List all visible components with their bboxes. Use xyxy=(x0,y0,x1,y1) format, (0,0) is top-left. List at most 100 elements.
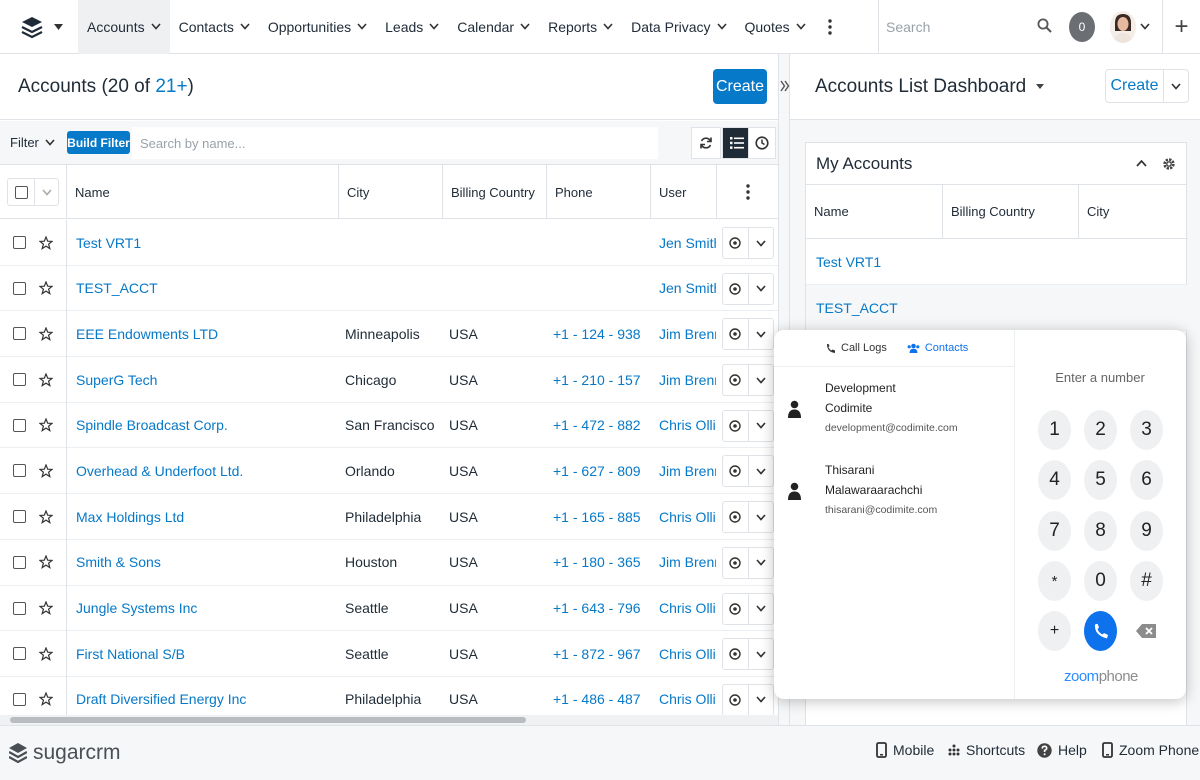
dial-key-star[interactable]: * xyxy=(1038,561,1071,601)
account-name-link[interactable]: Test VRT1 xyxy=(76,220,331,265)
backspace-button[interactable] xyxy=(1136,624,1156,638)
quick-create-button[interactable]: + xyxy=(1162,0,1200,54)
row-actions-dropdown[interactable] xyxy=(747,410,774,441)
row-checkbox[interactable] xyxy=(13,403,26,448)
dial-key-3[interactable]: 3 xyxy=(1130,410,1163,450)
tab-leads[interactable]: Leads xyxy=(376,0,448,54)
account-name-link[interactable]: Max Holdings Ltd xyxy=(76,494,331,539)
gear-icon[interactable] xyxy=(1162,157,1176,171)
preview-button[interactable] xyxy=(723,274,748,304)
assigned-user-link[interactable]: Jen Smith xyxy=(659,266,716,311)
contact-item[interactable]: Development Codimite development@codimit… xyxy=(774,378,1014,434)
row-checkbox[interactable] xyxy=(13,540,26,585)
assigned-user-link[interactable]: Jim Brennan xyxy=(659,540,716,585)
account-name-link[interactable]: TEST_ACCT xyxy=(76,266,331,311)
dashlet-column-name[interactable]: Name xyxy=(806,185,942,238)
column-header-billing-country[interactable]: Billing Country xyxy=(442,165,546,219)
assigned-user-link[interactable]: Chris Olliver xyxy=(659,631,716,676)
call-button[interactable] xyxy=(1084,611,1117,651)
dial-key-2[interactable]: 2 xyxy=(1084,410,1117,450)
global-search-input[interactable]: Search xyxy=(878,0,1060,54)
phone-link[interactable]: +1 - 124 - 938 - ... xyxy=(553,311,645,356)
favorite-toggle[interactable] xyxy=(39,357,53,402)
sugarcrm-logo[interactable]: sugarcrm xyxy=(9,741,121,765)
preview-button[interactable] xyxy=(723,639,748,669)
phone-link[interactable]: +1 - 643 - 796 - ... xyxy=(553,586,645,631)
tab-calendar[interactable]: Calendar xyxy=(448,0,539,54)
double-chevron-right-icon[interactable] xyxy=(780,80,790,92)
row-actions-dropdown[interactable] xyxy=(747,319,774,350)
preview-button[interactable] xyxy=(723,365,748,395)
dial-key-7[interactable]: 7 xyxy=(1038,511,1071,551)
dial-key-9[interactable]: 9 xyxy=(1130,511,1163,551)
row-actions-dropdown[interactable] xyxy=(747,273,774,304)
mass-select-control[interactable] xyxy=(7,178,59,206)
preview-button[interactable] xyxy=(723,319,748,349)
preview-button[interactable] xyxy=(723,228,748,258)
tab-data-privacy[interactable]: Data Privacy xyxy=(622,0,735,54)
chevron-down-icon[interactable] xyxy=(1140,23,1150,30)
refresh-button[interactable] xyxy=(691,127,721,159)
list-search-input[interactable]: Search by name... xyxy=(132,127,658,159)
account-name-link[interactable]: First National S/B xyxy=(76,631,331,676)
row-actions-dropdown[interactable] xyxy=(747,456,774,487)
row-checkbox[interactable] xyxy=(13,220,26,265)
dial-key-0[interactable]: 0 xyxy=(1084,561,1117,601)
dial-key-hash[interactable]: # xyxy=(1130,561,1163,601)
assigned-user-link[interactable]: Jim Brennan xyxy=(659,311,716,356)
row-actions-dropdown[interactable] xyxy=(747,684,774,715)
assigned-user-link[interactable]: Jim Brennan xyxy=(659,357,716,402)
account-name-link[interactable]: Jungle Systems Inc xyxy=(76,586,331,631)
footer-mobile-button[interactable]: Mobile xyxy=(876,742,934,758)
favorite-toggle[interactable] xyxy=(39,494,53,539)
phone-link[interactable]: +1 - 210 - 157 - ... xyxy=(553,357,645,402)
mass-actions-dropdown[interactable] xyxy=(34,179,58,205)
tab-contacts[interactable]: Contacts xyxy=(907,342,968,354)
dashlet-column-city[interactable]: City xyxy=(1078,185,1188,238)
activity-view-button[interactable] xyxy=(748,127,776,159)
favorite-toggle[interactable] xyxy=(39,448,53,493)
tab-reports[interactable]: Reports xyxy=(539,0,622,54)
favorite-toggle[interactable] xyxy=(39,266,53,311)
dial-key-5[interactable]: 5 xyxy=(1084,460,1117,500)
footer-zoom-phone-button[interactable]: Zoom Phone xyxy=(1102,742,1199,758)
record-count-link[interactable]: 21+ xyxy=(155,76,187,97)
preview-button[interactable] xyxy=(723,594,748,624)
notifications-badge[interactable]: 0 xyxy=(1069,12,1095,42)
favorite-toggle[interactable] xyxy=(39,311,53,356)
row-actions-dropdown[interactable] xyxy=(747,365,774,396)
row-checkbox[interactable] xyxy=(13,631,26,676)
account-name-link[interactable]: Overhead & Underfoot Ltd. xyxy=(76,448,331,493)
dial-key-4[interactable]: 4 xyxy=(1038,460,1071,500)
dashboard-title[interactable]: Accounts List Dashboard xyxy=(815,76,1026,98)
phone-link[interactable]: +1 - 472 - 882 - ... xyxy=(553,403,645,448)
phone-link[interactable] xyxy=(553,220,645,265)
preview-button[interactable] xyxy=(723,411,748,441)
preview-button[interactable] xyxy=(723,685,748,715)
column-header-name[interactable]: Name xyxy=(66,165,338,219)
dial-key-8[interactable]: 8 xyxy=(1084,511,1117,551)
select-all-checkbox[interactable] xyxy=(8,179,34,205)
column-options-button[interactable] xyxy=(716,165,778,219)
dial-key-1[interactable]: 1 xyxy=(1038,410,1071,450)
filter-dropdown[interactable]: Filter xyxy=(10,131,55,153)
assigned-user-link[interactable]: Jen Smith xyxy=(659,220,716,265)
preview-button[interactable] xyxy=(723,456,748,486)
dashboard-create-button[interactable]: Create xyxy=(1105,69,1189,103)
phone-link[interactable]: +1 - 180 - 365 - ... xyxy=(553,540,645,585)
footer-shortcuts-button[interactable]: Shortcuts xyxy=(948,742,1025,758)
create-button[interactable]: Create xyxy=(713,69,767,104)
column-header-user[interactable]: User xyxy=(650,165,716,219)
favorite-toggle[interactable] xyxy=(39,586,53,631)
dial-key-6[interactable]: 6 xyxy=(1130,460,1163,500)
horizontal-scrollbar[interactable] xyxy=(0,715,778,725)
assigned-user-link[interactable]: Chris Olliver xyxy=(659,586,716,631)
footer-help-button[interactable]: Help xyxy=(1037,742,1087,758)
scrollbar-thumb[interactable] xyxy=(10,717,526,723)
dial-key-plus[interactable]: + xyxy=(1038,611,1071,651)
tab-quotes[interactable]: Quotes xyxy=(736,0,815,54)
phone-link[interactable]: +1 - 872 - 967 - ... xyxy=(553,631,645,676)
app-menu-button[interactable] xyxy=(0,0,78,54)
preview-button[interactable] xyxy=(723,502,748,532)
more-modules-button[interactable] xyxy=(815,0,845,54)
